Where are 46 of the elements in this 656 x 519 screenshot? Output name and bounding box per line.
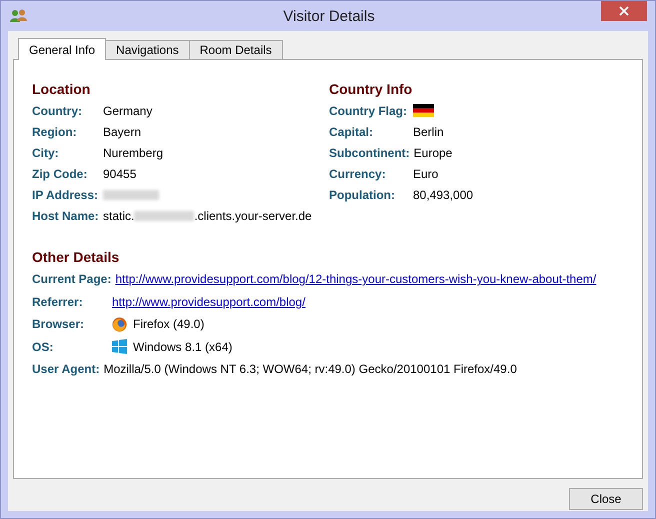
field-value: Euro: [413, 166, 438, 180]
field-value: Firefox (49.0): [133, 317, 204, 332]
field-label: User Agent:: [32, 362, 100, 376]
close-button[interactable]: Close: [569, 488, 643, 510]
close-icon[interactable]: [601, 1, 647, 21]
field-label: Currency:: [329, 166, 387, 180]
field-value: 90455: [103, 166, 136, 180]
field-value: Nuremberg: [103, 146, 164, 160]
tab[interactable]: Navigations: [105, 40, 190, 59]
field-label: Browser:: [32, 317, 86, 332]
blurred-text: [134, 210, 194, 220]
field-label: Capital:: [329, 124, 374, 138]
browser-globe-icon: [112, 316, 127, 332]
section-heading: Location: [32, 80, 92, 99]
field-value: Berlin: [413, 124, 444, 138]
window-title: Visitor Details: [282, 8, 376, 24]
people-icon: [10, 9, 28, 23]
windows-logo-icon: [112, 339, 127, 354]
field-value: Europe: [414, 146, 452, 160]
field-label: Country:: [32, 104, 83, 118]
field-value: Windows 8.1 (x64): [133, 340, 232, 354]
field-label: Subcontinent:: [329, 146, 410, 160]
section-heading: Country Info: [329, 80, 414, 99]
tab[interactable]: Room Details: [188, 40, 283, 59]
url-link[interactable]: http://www.providesupport.com/blog/12-things-your-customers-wish-you-knew-about-them/: [115, 272, 596, 286]
field-value: 80,493,000: [413, 188, 474, 202]
section-heading: Other Details: [32, 248, 120, 267]
blurred-text: [103, 190, 159, 200]
field-value: Germany: [103, 104, 152, 118]
field-label: Country Flag:: [329, 104, 408, 118]
field-label: Current Page:: [32, 272, 112, 286]
field-label: Region:: [32, 124, 78, 138]
field-label: OS:: [32, 340, 54, 354]
field-value: Bayern: [103, 124, 142, 138]
field-label: Referrer:: [32, 294, 84, 309]
tab[interactable]: General Info: [18, 38, 106, 60]
field-label: IP Address:: [32, 188, 99, 202]
url-link[interactable]: http://www.providesupport.com/blog/: [112, 294, 306, 309]
field-label: Population:: [329, 188, 396, 202]
flag-icon: [413, 104, 434, 117]
field-label: City:: [32, 146, 60, 160]
field-label: Host Name:: [32, 208, 99, 222]
host-suffix: .clients.your-server.de: [194, 208, 312, 222]
field-label: Zip Code:: [32, 166, 88, 180]
host-prefix: static.: [103, 208, 134, 222]
field-value: Mozilla/5.0 (Windows NT 6.3; WOW64; rv:49.0) Gecko/20100101 Firefox/49.0: [104, 362, 517, 376]
